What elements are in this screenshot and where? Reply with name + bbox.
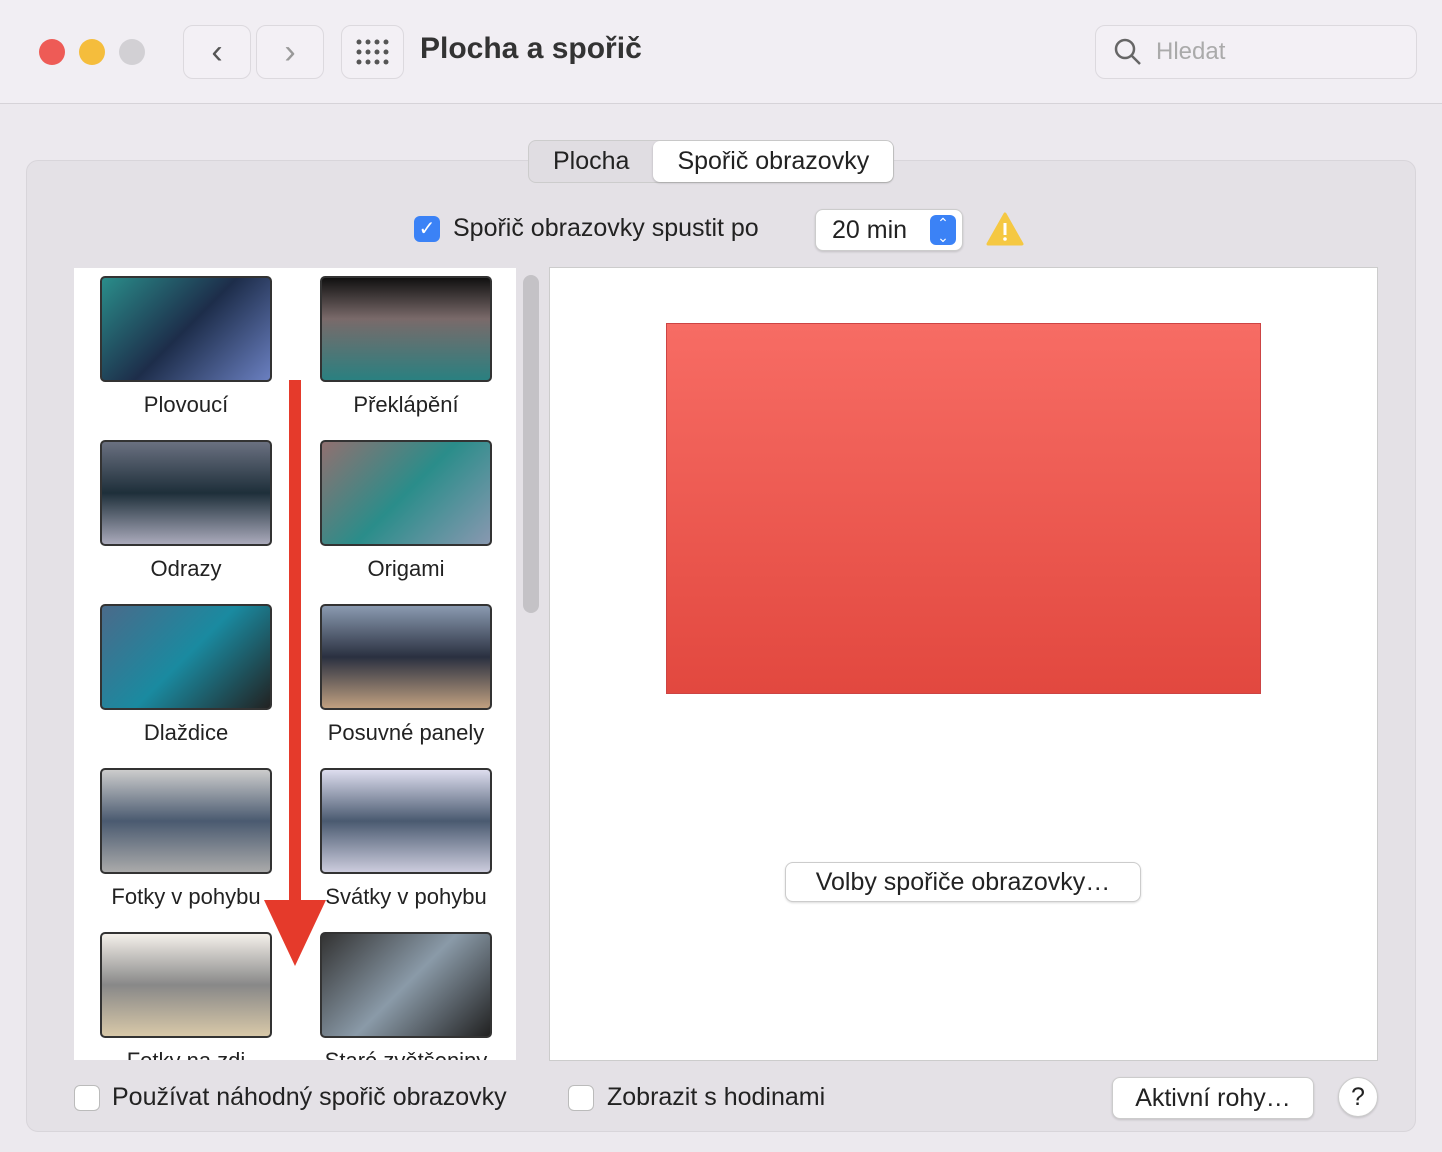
screensaver-label: Fotky na zdi: [76, 1048, 296, 1060]
start-after-select[interactable]: 20 min ⌃ ⌄: [815, 209, 963, 251]
list-scrollbar[interactable]: [523, 275, 539, 613]
start-after-label: Spořič obrazovky spustit po: [453, 214, 759, 242]
minimize-button[interactable]: [79, 39, 105, 65]
start-after-value: 20 min: [832, 215, 908, 244]
chevron-left-icon: ‹: [211, 32, 223, 71]
tab-screensaver[interactable]: Spořič obrazovky: [653, 141, 894, 182]
screensaver-thumbnail[interactable]: [100, 440, 272, 546]
search-icon: [1114, 38, 1141, 65]
arrow-down-icon: [264, 380, 326, 966]
random-saver-checkbox[interactable]: [74, 1085, 100, 1111]
screensaver-thumbnail[interactable]: [320, 604, 492, 710]
search-placeholder: Hledat: [1156, 38, 1226, 65]
window-title: Plocha a spořič: [420, 32, 642, 65]
screensaver-label: Posuvné panely: [327, 720, 485, 745]
screensaver-label: Svátky v pohybu: [325, 884, 487, 909]
screensaver-options-button[interactable]: Volby spořiče obrazovky…: [785, 862, 1141, 902]
screensaver-thumbnail[interactable]: [320, 768, 492, 874]
random-saver-label: Používat náhodný spořič obrazovky: [112, 1083, 507, 1111]
screensaver-preview: [666, 323, 1261, 694]
tab-plocha[interactable]: Plocha: [529, 141, 653, 182]
search-field[interactable]: Hledat: [1095, 25, 1417, 79]
show-clock-label: Zobrazit s hodinami: [607, 1083, 826, 1111]
tab-bar: Plocha Spořič obrazovky: [528, 140, 895, 183]
hot-corners-button[interactable]: Aktivní rohy…: [1112, 1077, 1314, 1119]
screensaver-label: Překlápění: [353, 392, 459, 417]
screensaver-label: Origami: [367, 556, 445, 581]
screensaver-thumbnail[interactable]: [320, 932, 492, 1038]
warning-icon: [986, 212, 1024, 246]
back-button[interactable]: ‹: [183, 25, 251, 79]
chevron-right-icon: ›: [284, 32, 296, 71]
show-all-button[interactable]: [341, 25, 404, 79]
zoom-button[interactable]: [119, 39, 145, 65]
screensaver-thumbnail[interactable]: [100, 932, 272, 1038]
screensaver-thumbnail[interactable]: [100, 768, 272, 874]
screensaver-thumbnail[interactable]: [320, 440, 492, 546]
screensaver-label: Staré zvětšeniny: [296, 1048, 516, 1060]
stepper-chevrons-icon: ⌃ ⌄: [930, 215, 956, 245]
start-after-checkbox[interactable]: ✓: [414, 216, 440, 242]
forward-button[interactable]: ›: [256, 25, 324, 79]
help-button[interactable]: ?: [1338, 1077, 1378, 1117]
close-button[interactable]: [39, 39, 65, 65]
grid-icon: [356, 39, 388, 65]
show-clock-checkbox[interactable]: [568, 1085, 594, 1111]
screensaver-thumbnail[interactable]: [100, 276, 272, 382]
screensaver-thumbnail[interactable]: [100, 604, 272, 710]
screensaver-thumbnail[interactable]: [320, 276, 492, 382]
